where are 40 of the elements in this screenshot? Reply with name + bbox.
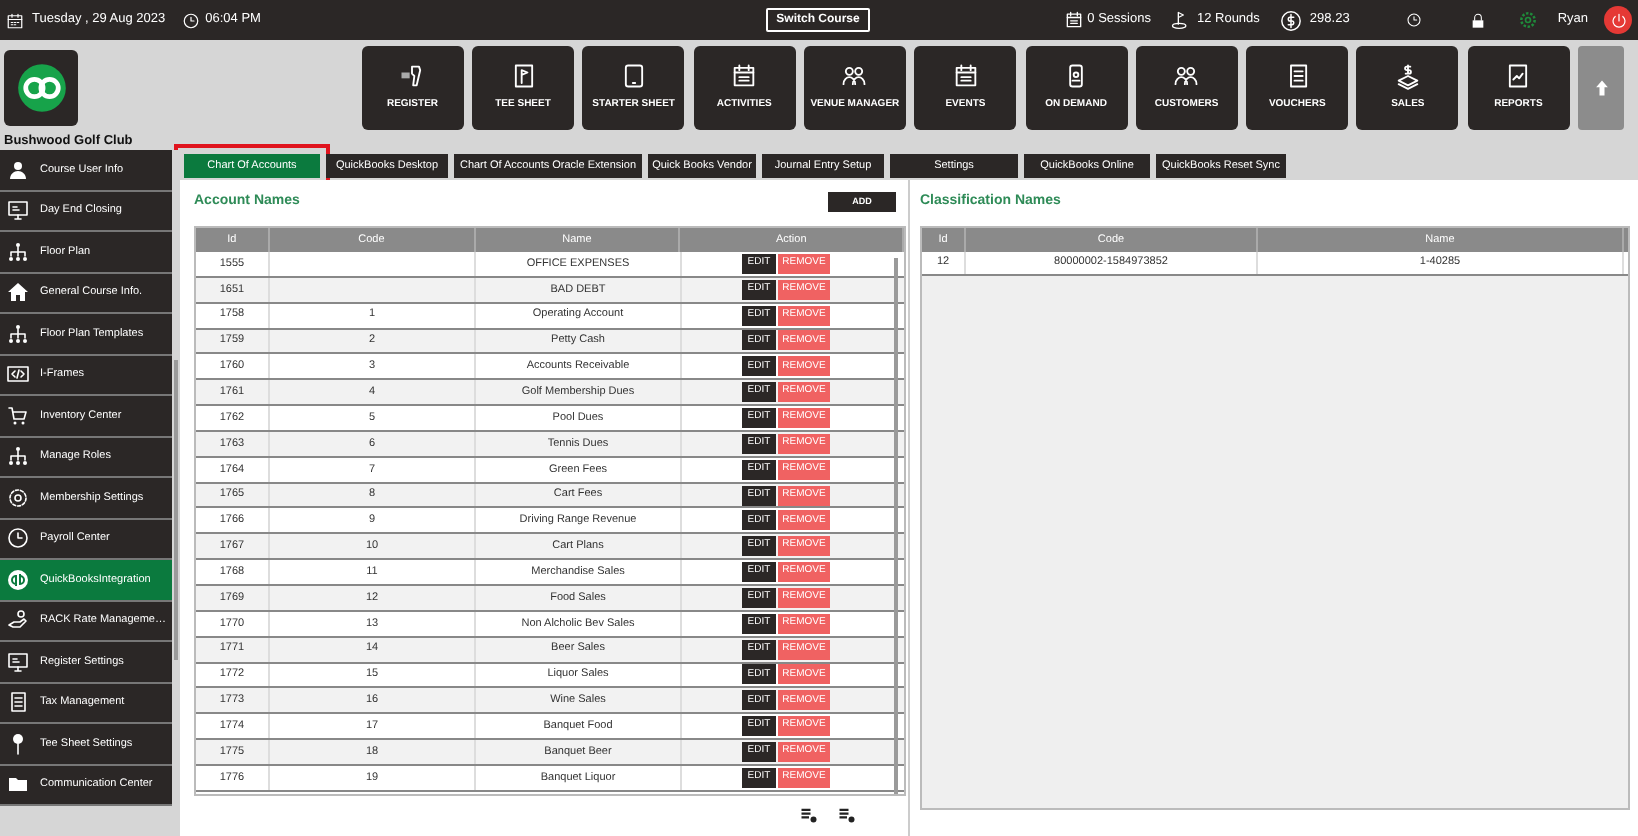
cart-icon: [6, 403, 30, 428]
power-button[interactable]: [1604, 6, 1632, 34]
arrow-up-icon: [1591, 76, 1611, 100]
person-icon: [6, 157, 30, 182]
org-chart-icon: [6, 321, 30, 346]
folder-icon: [6, 772, 30, 797]
code-icon: [6, 362, 30, 387]
dollar-icon: [1279, 9, 1302, 31]
monitor-icon: [6, 649, 30, 674]
people-icon: [840, 62, 869, 91]
monitor-icon: [6, 198, 30, 223]
org-chart-icon: [6, 239, 30, 264]
clock-icon: [181, 11, 200, 29]
house-icon: [6, 280, 30, 305]
club-logo: [4, 50, 78, 126]
document-icon: [6, 690, 30, 715]
calendar-icon: [730, 62, 759, 91]
clock-icon: [6, 526, 30, 551]
lock-icon[interactable]: [1469, 11, 1486, 29]
hand-money-icon: [6, 608, 30, 633]
scrollbar-thumb[interactable]: [894, 258, 898, 794]
settings-icon: [6, 485, 30, 510]
settings-icon[interactable]: [1517, 10, 1538, 30]
money-icon: [1393, 62, 1422, 91]
tablet-icon: [619, 62, 648, 91]
qb-icon: [6, 567, 30, 592]
golf-flag-icon: [1170, 10, 1191, 30]
calendar-icon: [951, 62, 980, 91]
stack-icon[interactable]: [838, 806, 856, 824]
clock-icon[interactable]: [1405, 12, 1422, 28]
org-chart-icon: [6, 444, 30, 469]
report-icon: [1504, 62, 1533, 91]
stack-icon[interactable]: [800, 806, 818, 824]
people-icon: [1172, 62, 1201, 91]
calendar-icon: [1063, 10, 1084, 30]
flag-icon: [509, 62, 538, 91]
scrollbar-thumb[interactable]: [174, 360, 178, 660]
calendar-icon: [6, 11, 24, 29]
power-icon: [1609, 11, 1627, 29]
scanner-icon: [398, 62, 427, 91]
